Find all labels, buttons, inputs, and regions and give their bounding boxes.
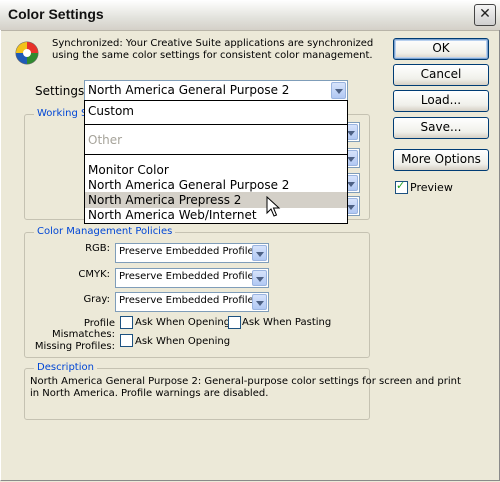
- missing-ask-opening-label: Ask When Opening: [135, 336, 231, 347]
- description-legend: Description: [34, 362, 97, 373]
- dropdown-separator: [85, 124, 347, 125]
- cmyk-policy-label: CMYK:: [78, 269, 110, 280]
- mismatch-ask-opening-checkbox[interactable]: [120, 316, 133, 329]
- cmyk-policy-value: Preserve Embedded Profiles: [119, 271, 259, 282]
- ok-button[interactable]: OK: [393, 38, 489, 60]
- color-sync-icon: [15, 41, 39, 65]
- description-text: North America General Purpose 2: General…: [30, 376, 461, 399]
- rgb-policy-value: Preserve Embedded Profiles: [119, 246, 259, 257]
- sync-status-text: Synchronized: Your Creative Suite applic…: [52, 38, 374, 61]
- cancel-button[interactable]: Cancel: [393, 64, 489, 86]
- mismatch-ask-opening-label: Ask When Opening: [135, 317, 231, 328]
- window-title: Color Settings: [8, 6, 104, 22]
- dropdown-item-monitor-color[interactable]: Monitor Color: [85, 162, 347, 178]
- gray-policy-select[interactable]: Preserve Embedded Profiles: [115, 292, 269, 312]
- mouse-pointer-icon: [266, 196, 281, 217]
- policies-legend: Color Management Policies: [34, 226, 176, 237]
- rgb-policy-select[interactable]: Preserve Embedded Profiles: [115, 243, 269, 263]
- chevron-down-icon: [252, 294, 267, 310]
- gray-policy-label: Gray:: [83, 294, 110, 305]
- close-icon: ✕: [479, 6, 491, 22]
- mismatch-ask-pasting-checkbox[interactable]: [228, 316, 241, 329]
- settings-select[interactable]: North America General Purpose 2: [84, 80, 348, 101]
- dropdown-separator: [85, 154, 347, 155]
- settings-value: North America General Purpose 2: [88, 83, 290, 97]
- gray-policy-value: Preserve Embedded Profiles: [119, 295, 259, 306]
- mismatch-ask-pasting-label: Ask When Pasting: [242, 317, 332, 328]
- load-button[interactable]: Load...: [393, 90, 489, 112]
- profile-mismatches-label: Profile Mismatches:: [52, 318, 115, 340]
- dropdown-item-na-general-purpose[interactable]: North America General Purpose 2: [85, 177, 347, 193]
- chevron-down-icon: [252, 245, 267, 261]
- title-bar: Color Settings ✕: [0, 0, 500, 31]
- dropdown-item-other: Other: [88, 133, 123, 147]
- save-button[interactable]: Save...: [393, 117, 489, 139]
- chevron-down-icon: [252, 270, 267, 286]
- working-spaces-legend: Working S: [34, 108, 91, 119]
- cmyk-policy-select[interactable]: Preserve Embedded Profiles: [115, 268, 269, 288]
- close-button[interactable]: ✕: [474, 4, 496, 26]
- dropdown-item-na-web-internet[interactable]: North America Web/Internet: [85, 207, 347, 223]
- settings-dropdown-list: Custom Other Monitor Color North America…: [84, 100, 348, 224]
- settings-label: Settings:: [35, 84, 89, 98]
- dropdown-item-na-prepress[interactable]: North America Prepress 2: [85, 192, 347, 208]
- missing-profiles-label: Missing Profiles:: [34, 341, 115, 352]
- dropdown-item-custom[interactable]: Custom: [85, 103, 347, 119]
- preview-label: Preview: [410, 181, 453, 194]
- more-options-button[interactable]: More Options: [393, 149, 489, 171]
- rgb-policy-label: RGB:: [85, 243, 110, 254]
- missing-ask-opening-checkbox[interactable]: [120, 334, 133, 347]
- preview-checkbox[interactable]: [395, 179, 408, 194]
- chevron-down-icon: [331, 82, 346, 99]
